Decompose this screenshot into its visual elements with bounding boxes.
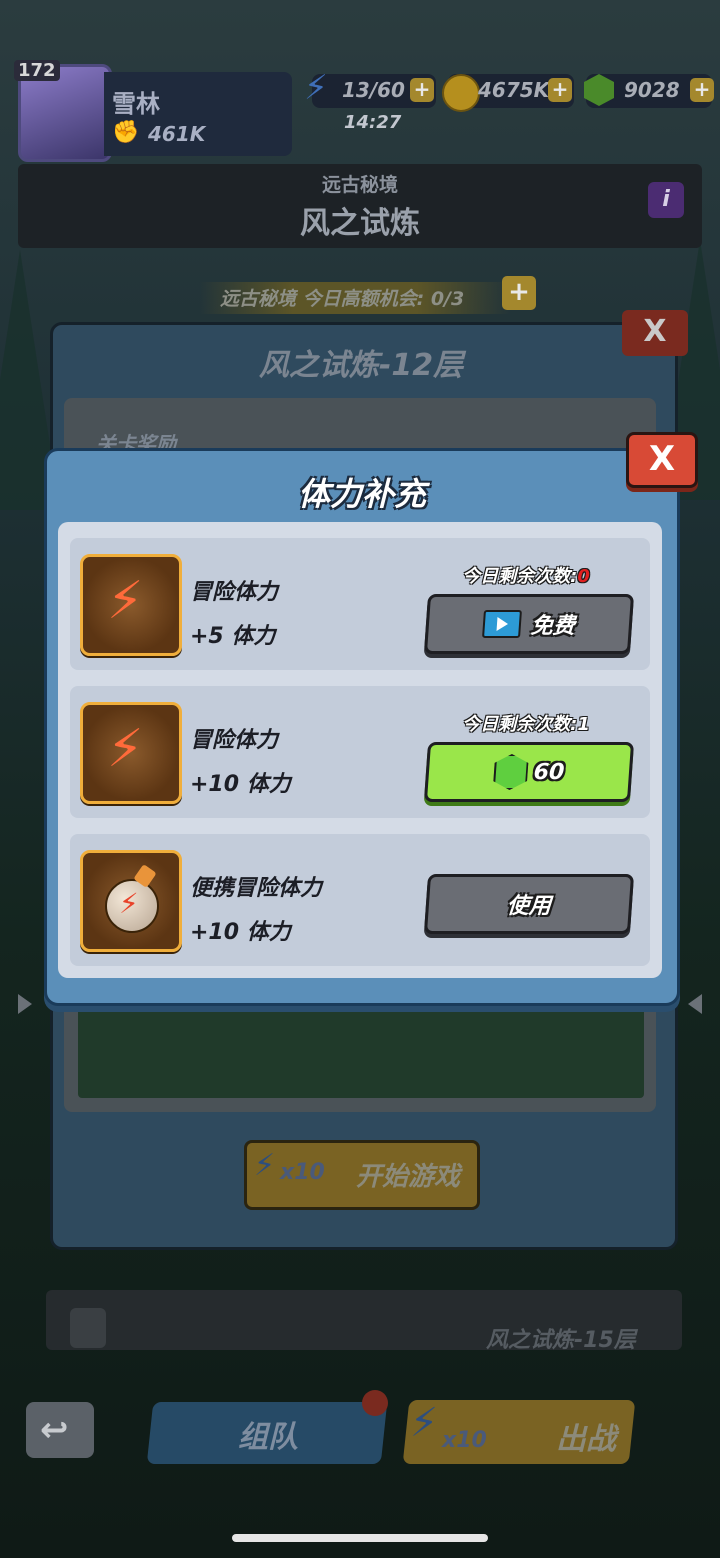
item-name: 便携冒险体力 [190, 876, 323, 901]
list-item: ⚡ 便携冒险体力 +10 体力 使用 [70, 834, 650, 966]
stamina-timer: 14:27 [344, 112, 402, 133]
player-power: 461K [148, 122, 206, 146]
potion-item-icon: ⚡ [80, 850, 182, 952]
return-arrow-icon: ↩ [40, 1410, 69, 1450]
dialog-title: 体力补充 [297, 475, 426, 513]
item-name: 冒险体力 [190, 580, 279, 605]
add-gems-button[interactable]: + [690, 78, 714, 102]
start-cost: x10 [280, 1160, 325, 1185]
floor-title: 风之试炼-12层 [258, 348, 464, 383]
video-icon [482, 610, 522, 638]
home-indicator[interactable] [232, 1534, 488, 1542]
fist-icon: ✊ [112, 120, 140, 145]
item-amount: +5 体力 [190, 624, 276, 649]
item-amount: +10 体力 [190, 772, 291, 797]
remaining-value: 1 [577, 714, 590, 735]
lightning-icon: ⚡ [410, 1400, 439, 1446]
dialog-close-button[interactable]: X [626, 432, 698, 488]
next-floor-label: 风之试炼-15层 [486, 1328, 636, 1353]
gold-coin-icon [442, 74, 480, 112]
notification-badge-icon [362, 1390, 388, 1416]
remaining-label: 今日剩余次数: [462, 566, 578, 587]
stage-subtitle: 远古秘境 [321, 174, 398, 196]
free-button[interactable]: 免费 [423, 594, 635, 654]
player-name: 雪林 [112, 90, 160, 118]
stage-preview [78, 1000, 644, 1098]
info-button[interactable]: i [648, 182, 684, 218]
gem-value: 9028 [624, 78, 680, 102]
fight-label: 出战 [556, 1422, 616, 1457]
lightning-icon: ⚡ [107, 719, 144, 779]
team-label: 组队 [238, 1420, 298, 1455]
free-button-label: 免费 [529, 614, 576, 639]
gem-price: 60 [532, 759, 566, 785]
left-arrow-icon[interactable] [18, 994, 32, 1014]
lightning-item-icon: ⚡ [80, 554, 182, 656]
player-level: 172 [14, 60, 60, 81]
gold-value: 4675K [478, 78, 550, 102]
remaining-label: 今日剩余次数: [462, 714, 578, 735]
fight-cost: x10 [442, 1428, 487, 1453]
lightning-icon: ⚡ [119, 887, 139, 920]
item-amount: +10 体力 [190, 920, 291, 945]
lightning-icon: ⚡ [304, 68, 328, 108]
start-label: 开始游戏 [356, 1162, 461, 1192]
remaining-value: 0 [577, 566, 590, 587]
gem-icon [492, 754, 529, 790]
lightning-icon: ⚡ [254, 1148, 276, 1183]
lock-icon [70, 1308, 106, 1348]
lightning-item-icon: ⚡ [80, 702, 182, 804]
use-button[interactable]: 使用 [423, 874, 635, 934]
stamina-value: 13/60 [342, 78, 405, 102]
chance-text: 远古秘境 今日高额机会: 0/3 [220, 288, 465, 310]
remaining-count: 今日剩余次数:1 [446, 710, 606, 736]
back-panel-close-button[interactable]: X [622, 310, 688, 356]
list-item: ⚡ 冒险体力 +5 体力 今日剩余次数:0 免费 [70, 538, 650, 670]
remaining-count: 今日剩余次数:0 [446, 562, 606, 588]
buy-with-gems-button[interactable]: 60 [423, 742, 635, 802]
stage-title: 风之试炼 [300, 206, 420, 241]
add-stamina-button[interactable]: + [410, 78, 434, 102]
add-gold-button[interactable]: + [548, 78, 572, 102]
item-name: 冒险体力 [190, 728, 279, 753]
right-arrow-icon[interactable] [688, 994, 702, 1014]
list-item: ⚡ 冒险体力 +10 体力 今日剩余次数:1 60 [70, 686, 650, 818]
add-chance-button[interactable]: + [502, 276, 536, 310]
lightning-icon: ⚡ [107, 571, 144, 631]
